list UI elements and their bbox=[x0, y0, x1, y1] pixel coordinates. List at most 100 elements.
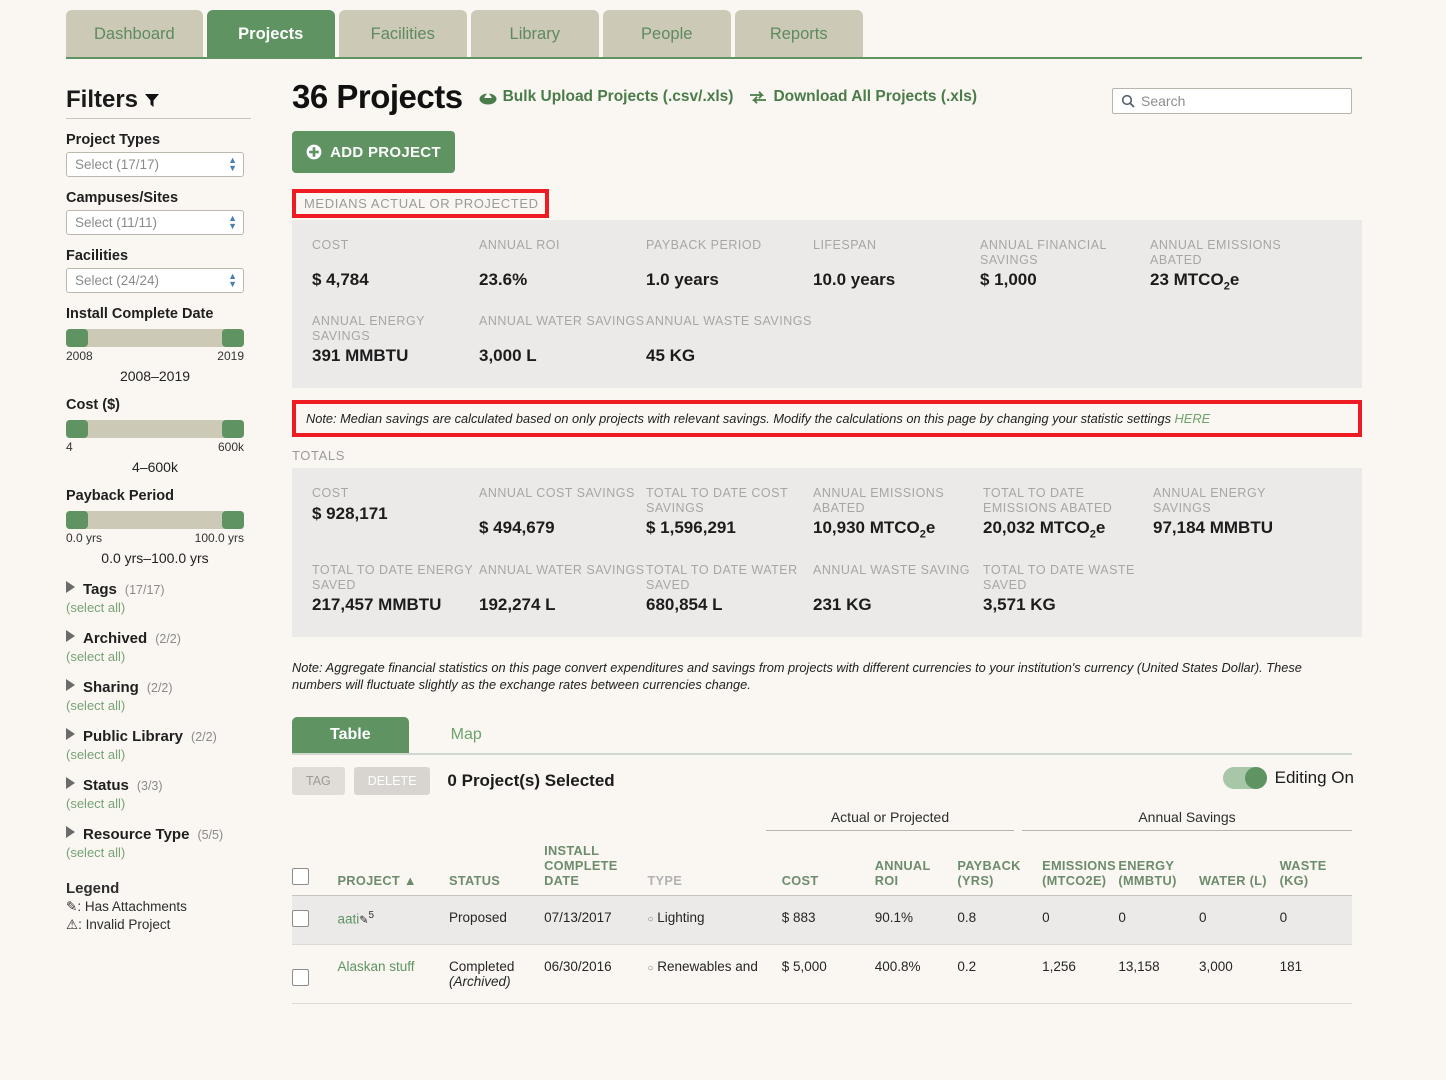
column-header-energy-mmbtu[interactable]: ENERGY (MMBTU) bbox=[1118, 842, 1199, 896]
attachment-count: 5 bbox=[368, 909, 375, 921]
chevron-right-icon[interactable] bbox=[66, 826, 75, 838]
slider-handle-min[interactable] bbox=[66, 420, 88, 438]
chevron-right-icon[interactable] bbox=[66, 581, 75, 593]
nav-tab-people[interactable]: People bbox=[602, 10, 731, 58]
select-all-checkbox[interactable] bbox=[292, 867, 309, 885]
stat-key: COST bbox=[312, 486, 349, 501]
column-header-emissions-mtco2e[interactable]: EMISSIONS (MTCO2E) bbox=[1042, 842, 1119, 896]
stat-total-to-date-water-saved: TOTAL TO DATE WATER SAVED 680,854 L bbox=[646, 563, 813, 615]
add-project-button[interactable]: ADD PROJECT bbox=[292, 131, 455, 173]
table-row[interactable]: Alaskan stuff Completed (Archived) 06/30… bbox=[292, 944, 1352, 1004]
statistic-settings-link[interactable]: HERE bbox=[1175, 411, 1211, 426]
project-link[interactable]: Alaskan stuff bbox=[337, 959, 414, 974]
slider-handle-min[interactable] bbox=[66, 329, 88, 347]
tab-map[interactable]: Map bbox=[413, 717, 520, 753]
nav-tab-dashboard[interactable]: Dashboard bbox=[66, 10, 203, 58]
medians-stats-panel: COST $ 4,784 ANNUAL ROI 23.6% PAYBACK PE… bbox=[292, 220, 1362, 389]
top-navigation: Dashboard Projects Facilities Library Pe… bbox=[0, 0, 1446, 59]
select-project-types[interactable]: Select (17/17) ▲ ▼ bbox=[66, 152, 244, 177]
delete-button[interactable]: DELETE bbox=[353, 766, 431, 795]
chevron-right-icon[interactable] bbox=[66, 728, 75, 740]
accordion-public-library[interactable]: Public Library (2/2) (select all) bbox=[66, 728, 266, 762]
column-header-type[interactable]: TYPE bbox=[647, 842, 782, 896]
slider-track[interactable] bbox=[66, 511, 244, 529]
upload-cloud-icon bbox=[479, 91, 497, 104]
accordion-title: Archived bbox=[83, 630, 148, 647]
slider-handle-max[interactable] bbox=[222, 329, 244, 347]
select-all-link[interactable]: (select all) bbox=[66, 845, 266, 860]
filter-group-cost: Cost ($) 4 600k 4–600k bbox=[66, 397, 266, 475]
accordion-sharing[interactable]: Sharing (2/2) (select all) bbox=[66, 679, 266, 713]
row-checkbox[interactable] bbox=[292, 909, 309, 927]
accordion-archived[interactable]: Archived (2/2) (select all) bbox=[66, 630, 266, 664]
chevron-right-icon[interactable] bbox=[66, 777, 75, 789]
chevron-right-icon[interactable] bbox=[66, 679, 75, 691]
accordion-title: Resource Type bbox=[83, 826, 190, 843]
tab-label: Map bbox=[450, 725, 482, 743]
stat-median-annual-roi: ANNUAL ROI 23.6% bbox=[479, 238, 646, 292]
select-campuses-sites[interactable]: Select (11/11) ▲ ▼ bbox=[66, 210, 244, 235]
select-all-link[interactable]: (select all) bbox=[66, 796, 266, 811]
tab-table[interactable]: Table bbox=[292, 716, 409, 753]
select-all-link[interactable]: (select all) bbox=[66, 600, 266, 615]
row-select-cell bbox=[292, 895, 338, 945]
column-header-cost[interactable]: COST bbox=[781, 842, 875, 896]
bullet-icon: ○ bbox=[647, 962, 654, 974]
slider-payback-period[interactable]: 0.0 yrs 100.0 yrs 0.0 yrs–100.0 yrs bbox=[66, 511, 244, 566]
column-header-payback-yrs[interactable]: PAYBACK (YRS) bbox=[957, 842, 1043, 896]
slider-handle-min[interactable] bbox=[66, 511, 88, 529]
medians-note-text: Note: Median savings are calculated base… bbox=[306, 411, 1175, 427]
chevron-updown-icon: ▲ ▼ bbox=[228, 155, 237, 173]
accordion-status[interactable]: Status (3/3) (select all) bbox=[66, 777, 266, 811]
select-all-link[interactable]: (select all) bbox=[66, 649, 266, 664]
slider-endpoints: 0.0 yrs 100.0 yrs bbox=[66, 531, 244, 545]
totals-stats-panel: COST $ 928,171 ANNUAL COST SAVINGS $ 494… bbox=[292, 468, 1362, 637]
nav-tab-facilities[interactable]: Facilities bbox=[338, 10, 467, 58]
stat-total-to-date-cost-savings: TOTAL TO DATE COST SAVINGS $ 1,596,291 bbox=[646, 486, 813, 540]
editing-toggle[interactable] bbox=[1222, 766, 1267, 789]
stat-value: 1.0 years bbox=[646, 270, 719, 289]
column-header-status[interactable]: STATUS bbox=[449, 842, 545, 896]
slider-install-complete-date[interactable]: 2008 2019 2008–2019 bbox=[66, 329, 244, 384]
filter-label: Campuses/Sites bbox=[66, 190, 179, 206]
slider-track[interactable] bbox=[66, 420, 244, 438]
column-header-annual-roi[interactable]: ANNUAL ROI bbox=[874, 842, 958, 896]
cell-status: Completed (Archived) bbox=[449, 944, 545, 1004]
accordion-tags[interactable]: Tags (17/17) (select all) bbox=[66, 581, 266, 615]
slider-handle-max[interactable] bbox=[222, 511, 244, 529]
bullet-icon: ○ bbox=[647, 913, 654, 925]
row-checkbox[interactable] bbox=[292, 968, 309, 986]
slider-cost[interactable]: 4 600k 4–600k bbox=[66, 420, 244, 475]
chevron-right-icon[interactable] bbox=[66, 630, 75, 642]
search-input[interactable]: Search bbox=[1112, 88, 1352, 114]
column-header-project[interactable]: PROJECT ▲ bbox=[337, 842, 450, 896]
nav-tab-projects[interactable]: Projects bbox=[206, 10, 335, 58]
download-all-link[interactable]: Download All Projects (.xls) bbox=[749, 88, 977, 106]
stat-median-cost: COST $ 4,784 bbox=[312, 238, 479, 292]
filters-sidebar: Filters Project Types Select (17/17) ▲ ▼ … bbox=[66, 86, 266, 933]
table-header-row: PROJECT ▲ STATUS INSTALL COMPLETE DATE T… bbox=[292, 842, 1352, 896]
slider-endpoints: 4 600k bbox=[66, 440, 244, 454]
select-all-link[interactable]: (select all) bbox=[66, 747, 266, 762]
accordion-resource-type[interactable]: Resource Type (5/5) (select all) bbox=[66, 826, 266, 860]
column-header-install-complete-date[interactable]: INSTALL COMPLETE DATE bbox=[544, 842, 648, 896]
column-header-waste-kg[interactable]: WASTE (KG) bbox=[1279, 842, 1352, 896]
column-header-water-l[interactable]: WATER (L) bbox=[1198, 842, 1280, 896]
table-row[interactable]: aati✎5 Proposed 07/13/2017 ○ Lighting $ … bbox=[292, 895, 1352, 945]
stat-key: TOTAL TO DATE ENERGY SAVED bbox=[312, 562, 473, 592]
bulk-upload-link[interactable]: Bulk Upload Projects (.csv/.xls) bbox=[479, 88, 733, 106]
stat-total-annual-emissions-abated: ANNUAL EMISSIONS ABATED 10,930 MTCO2e bbox=[813, 486, 983, 540]
slider-max-label: 600k bbox=[217, 440, 244, 454]
cell-cost: $ 5,000 bbox=[781, 944, 875, 1004]
nav-tab-library[interactable]: Library bbox=[470, 10, 599, 58]
filter-label: Cost ($) bbox=[66, 397, 120, 413]
plus-circle-icon bbox=[306, 144, 322, 160]
nav-tab-reports[interactable]: Reports bbox=[734, 10, 863, 58]
project-link[interactable]: aati bbox=[337, 911, 359, 926]
slider-track[interactable] bbox=[66, 329, 244, 347]
slider-endpoints: 2008 2019 bbox=[66, 349, 244, 363]
select-all-link[interactable]: (select all) bbox=[66, 698, 266, 713]
select-facilities[interactable]: Select (24/24) ▲ ▼ bbox=[66, 268, 244, 293]
slider-handle-max[interactable] bbox=[222, 420, 244, 438]
tag-button[interactable]: TAG bbox=[292, 766, 345, 795]
